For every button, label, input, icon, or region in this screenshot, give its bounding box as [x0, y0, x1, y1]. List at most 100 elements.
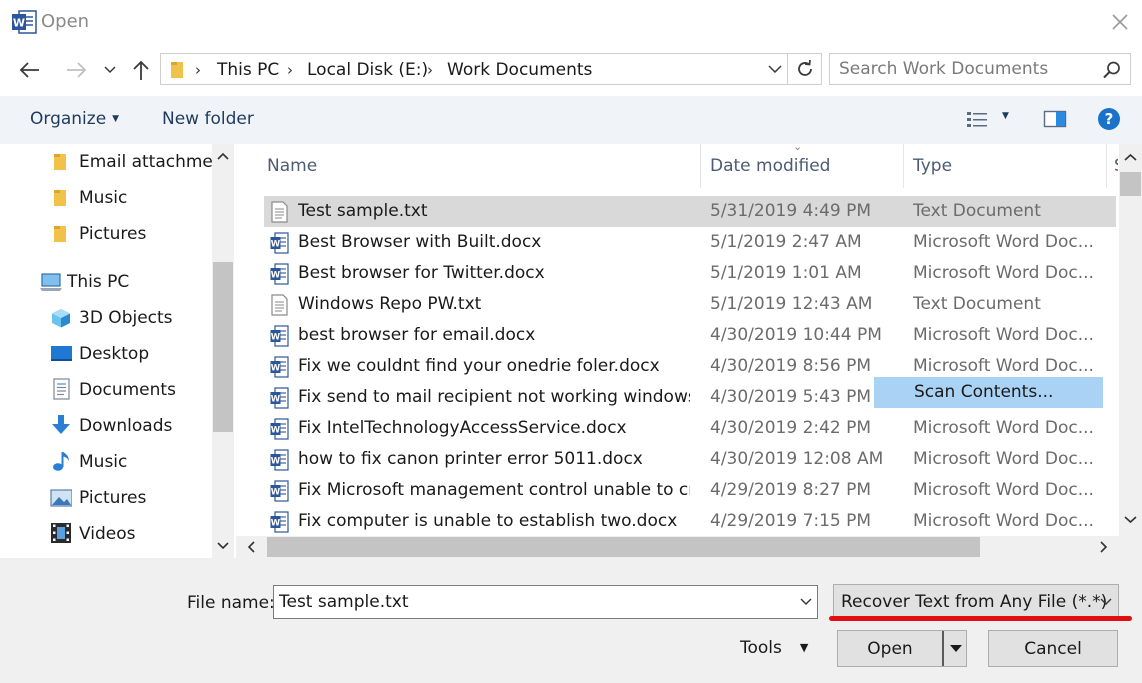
sort-indicator-icon: ⌄	[793, 144, 803, 153]
table-row[interactable]: W Fix Microsoft management control unable…	[264, 475, 1116, 506]
scan-contents-tooltip[interactable]: Scan Contents...	[874, 377, 1103, 408]
nav-item-pictures[interactable]: Pictures	[0, 481, 212, 515]
organize-button[interactable]: Organize ▼	[30, 109, 119, 129]
word-doc-icon: W	[270, 232, 289, 254]
type-cell: Microsoft Word Doc...	[913, 480, 1094, 500]
chevron-down-icon	[768, 65, 782, 73]
close-icon[interactable]	[1110, 12, 1130, 32]
nav-item-documents[interactable]: Documents	[0, 373, 212, 407]
preview-pane-button[interactable]	[1043, 109, 1067, 131]
open-button[interactable]: Open	[837, 630, 967, 667]
table-row[interactable]: W Fix IntelTechnologyAccessService.docx 4/…	[264, 413, 1116, 444]
search-box[interactable]	[829, 53, 1131, 85]
search-input[interactable]	[830, 54, 1100, 84]
chevron-left-icon[interactable]	[247, 541, 255, 553]
nav-item-email-attachments[interactable]: Email attachmen	[0, 145, 224, 179]
file-name-cell: Fix Microsoft management control unable …	[298, 480, 690, 500]
nav-item-downloads[interactable]: Downloads	[0, 409, 212, 443]
column-date-modified[interactable]: Date modified	[710, 156, 830, 176]
forward-button[interactable]	[60, 44, 92, 96]
nav-item-label: Downloads	[79, 416, 173, 436]
nav-pane-scroll-thumb[interactable]	[213, 262, 233, 432]
new-folder-button[interactable]: New folder	[162, 109, 254, 129]
up-button[interactable]	[128, 44, 154, 96]
table-row[interactable]: Wbest browser for email.docx 4/30/2019 10…	[264, 320, 1116, 351]
table-row[interactable]: Windows Repo PW.txt 5/1/2019 12:43 AM Text…	[264, 289, 1116, 320]
column-name[interactable]: Name	[267, 156, 317, 176]
arrow-left-icon	[19, 62, 39, 78]
column-divider[interactable]	[903, 144, 904, 188]
svg-text:W: W	[271, 488, 281, 498]
nav-item-label: 3D Objects	[79, 308, 173, 328]
text-file-icon	[271, 294, 288, 316]
file-type-filter-value: Recover Text from Any File (*.*)	[841, 592, 1108, 612]
recent-locations-button[interactable]	[100, 44, 120, 96]
file-type-dropdown-button[interactable]	[1094, 585, 1118, 618]
nav-item-pictures-folder[interactable]: Pictures	[0, 217, 212, 251]
table-row[interactable]: W Best browser for Twitter.docx 5/1/2019 1…	[264, 258, 1116, 289]
file-name-cell: Fix computer is unable to establish two.…	[298, 511, 678, 531]
pictures-icon	[50, 489, 72, 507]
date-modified-cell: 4/30/2019 10:44 PM	[710, 325, 882, 345]
search-icon[interactable]	[1102, 60, 1122, 80]
table-row[interactable]: W Best Browser with Built.docx 5/1/2019 2:…	[264, 227, 1116, 258]
file-name-cell: Fix IntelTechnologyAccessService.docx	[298, 418, 627, 438]
table-row[interactable]: Whow to fix canon printer error 5011.doc…	[264, 444, 1116, 475]
table-row[interactable]: Test sample.txt 5/31/2019 4:49 PM Text Doc…	[264, 196, 1116, 227]
file-type-filter-select[interactable]: Recover Text from Any File (*.*)	[833, 584, 1119, 619]
file-name-cell: Fix we couldnt find your onedrie foler.d…	[298, 356, 660, 376]
column-divider[interactable]	[700, 144, 701, 188]
word-doc-icon: W	[270, 449, 289, 471]
nav-item-music-folder[interactable]: Music	[0, 181, 212, 215]
nav-item-label: Music	[79, 452, 128, 472]
column-divider[interactable]	[1106, 144, 1107, 188]
open-button-label: Open	[867, 639, 913, 659]
column-size-partial[interactable]: S	[1114, 156, 1118, 176]
file-list-horizontal-scrollbar[interactable]	[236, 536, 1119, 558]
documents-icon	[53, 378, 70, 400]
tools-menu-button[interactable]: Tools ▼	[740, 638, 808, 658]
refresh-button[interactable]	[787, 54, 821, 84]
svg-text:W: W	[271, 240, 281, 250]
date-modified-cell: 4/29/2019 8:27 PM	[710, 480, 872, 500]
column-header: ⌄ Name Date modified Type S	[236, 144, 1118, 188]
chevron-down-icon[interactable]	[217, 542, 229, 550]
chevron-up-icon[interactable]	[217, 152, 229, 160]
chevron-down-icon[interactable]	[1124, 516, 1137, 524]
horizontal-scroll-thumb[interactable]	[267, 537, 980, 557]
file-list-scrollbar[interactable]	[1119, 144, 1142, 536]
file-list-scroll-thumb[interactable]	[1120, 172, 1141, 196]
file-name-combobox[interactable]	[273, 585, 818, 619]
column-type[interactable]: Type	[913, 156, 952, 176]
file-name-dropdown-button[interactable]	[794, 586, 818, 618]
nav-item-this-pc[interactable]: This PC	[0, 265, 212, 299]
svg-text:W: W	[271, 364, 281, 374]
nav-item-3d-objects[interactable]: 3D Objects	[0, 301, 212, 335]
chevron-up-icon[interactable]	[1124, 153, 1137, 161]
open-options-dropdown-button[interactable]	[946, 631, 966, 666]
chevron-down-icon	[1100, 598, 1112, 605]
file-name-cell: Test sample.txt	[298, 201, 428, 221]
breadcrumb-work-documents[interactable]: Work Documents	[447, 60, 592, 80]
nav-item-desktop[interactable]: Desktop	[0, 337, 212, 371]
navigation-pane: Email attachmen Music Pictures This PC 3…	[0, 144, 236, 558]
cancel-button[interactable]: Cancel	[988, 630, 1118, 667]
date-modified-cell: 5/1/2019 1:01 AM	[710, 263, 862, 283]
file-name-input[interactable]	[274, 586, 789, 618]
nav-item-music[interactable]: Music	[0, 445, 212, 479]
nav-item-label: Email attachmen	[79, 152, 224, 172]
cube-icon	[52, 309, 70, 328]
change-view-button[interactable]: ▼	[965, 108, 1013, 132]
breadcrumb-local-disk[interactable]: Local Disk (E:)	[307, 60, 428, 80]
nav-pane-scrollbar[interactable]	[212, 144, 234, 558]
chevron-right-icon[interactable]	[1100, 541, 1108, 553]
nav-item-videos[interactable]: Videos	[0, 517, 212, 551]
address-bar[interactable]: › This PC › Local Disk (E:) › Work Docum…	[160, 53, 822, 85]
svg-text:W: W	[271, 426, 281, 436]
address-history-button[interactable]	[764, 54, 786, 84]
table-row[interactable]: W Fix computer is unable to establish two…	[264, 506, 1116, 536]
back-button[interactable]	[14, 44, 46, 96]
word-doc-icon: W	[270, 387, 289, 409]
help-button[interactable]: ?	[1097, 107, 1121, 131]
breadcrumb-this-pc[interactable]: This PC	[217, 60, 279, 80]
